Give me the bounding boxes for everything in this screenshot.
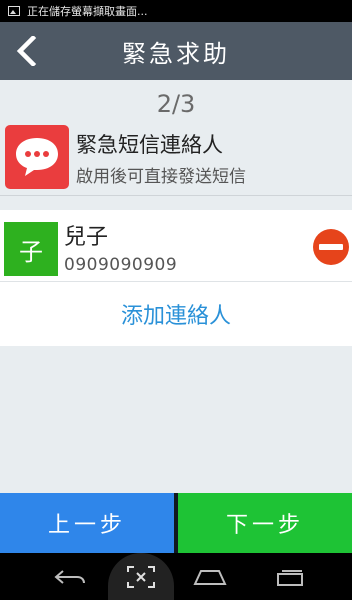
chat-bubble-icon — [5, 125, 69, 189]
chevron-left-icon — [16, 36, 37, 66]
add-contact-button[interactable]: 添加連絡人 — [0, 298, 352, 330]
nav-home-button[interactable] — [180, 553, 240, 600]
nav-back-button[interactable] — [40, 553, 100, 600]
contact-phone: 0909090909 — [64, 255, 178, 275]
image-icon — [8, 6, 20, 16]
avatar: 子 — [4, 222, 58, 276]
status-bar: 正在儲存螢幕擷取畫面... — [0, 0, 352, 22]
home-icon — [193, 569, 227, 585]
next-step-button[interactable]: 下一步 — [178, 493, 352, 553]
step-indicator: 2/3 — [156, 90, 196, 118]
nav-recent-apps-button[interactable] — [260, 553, 320, 600]
recent-apps-icon — [277, 569, 303, 586]
app-bar: 緊急求助 — [0, 22, 352, 80]
back-icon — [54, 569, 85, 584]
contact-card: 子 兒子 0909090909 添加連絡人 — [0, 210, 352, 346]
remove-contact-button[interactable] — [313, 229, 349, 265]
divider — [0, 281, 352, 282]
sms-title: 緊急短信連絡人 — [76, 133, 223, 157]
divider — [0, 195, 352, 196]
screenshot-icon — [127, 565, 155, 588]
nav-screenshot-button[interactable] — [108, 553, 174, 600]
contact-name: 兒子 — [64, 225, 109, 250]
status-text: 正在儲存螢幕擷取畫面... — [27, 5, 148, 18]
back-button[interactable] — [10, 33, 42, 69]
contact-row[interactable]: 子 兒子 0909090909 — [0, 210, 352, 281]
page-title: 緊急求助 — [122, 39, 230, 68]
prev-step-button[interactable]: 上一步 — [0, 493, 174, 553]
sms-subtitle: 啟用後可直接發送短信 — [76, 167, 246, 187]
navigation-bar — [0, 553, 352, 600]
sms-header: 緊急短信連絡人 啟用後可直接發送短信 — [0, 124, 352, 194]
